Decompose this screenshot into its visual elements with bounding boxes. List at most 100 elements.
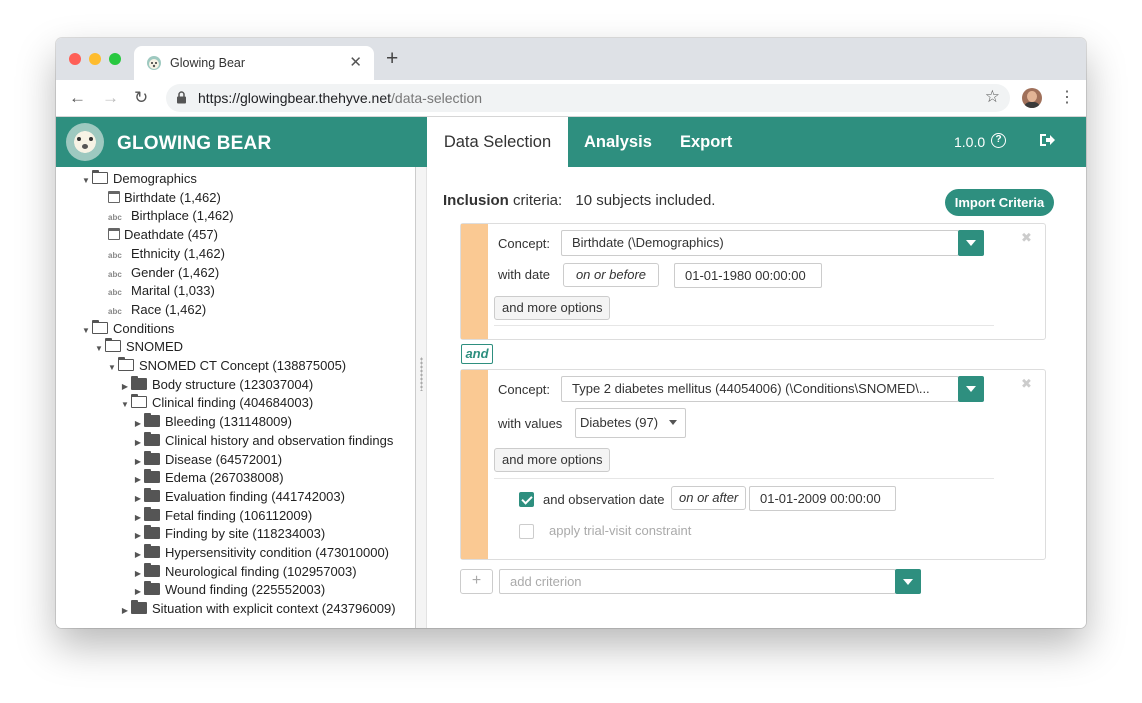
panel-splitter[interactable]	[416, 167, 427, 628]
close-window-button[interactable]	[69, 53, 81, 65]
data-selection-panel: Inclusion criteria: 10 subjects included…	[428, 167, 1086, 628]
tree-node-label: Gender (1,462)	[131, 264, 220, 280]
folder-icon	[144, 581, 160, 596]
tree-node[interactable]: ▶ Bleeding (131148009)	[132, 413, 292, 431]
caret-down-icon[interactable]: ▼	[80, 172, 92, 190]
caret-right-icon[interactable]: ▶	[132, 453, 144, 471]
tree-node[interactable]: abc Birthplace (1,462)	[108, 207, 234, 225]
tree-node[interactable]: ▼ Conditions	[80, 319, 174, 340]
tree-node[interactable]: ▶ Edema (267038008)	[132, 469, 284, 487]
caret-right-icon[interactable]: ▶	[132, 509, 144, 527]
more-options-button[interactable]: and more options	[494, 296, 611, 320]
observation-date-checkbox[interactable]	[519, 492, 534, 507]
add-criterion-dropdown-icon[interactable]	[895, 569, 921, 594]
concept-dropdown-icon[interactable]	[958, 230, 984, 256]
browser-tab[interactable]: Glowing Bear ✕	[134, 46, 374, 80]
add-criterion-input[interactable]: add criterion	[499, 569, 896, 594]
back-arrow-icon[interactable]: ←	[69, 88, 86, 108]
tab-analysis[interactable]: Analysis	[584, 117, 652, 167]
folder-icon	[144, 506, 160, 521]
tree-node[interactable]: ▶ Hypersensitivity condition (473010000)	[132, 544, 389, 562]
caret-right-icon[interactable]: ▶	[132, 527, 144, 545]
folder-icon	[144, 469, 160, 484]
tree-node[interactable]: abc Ethnicity (1,462)	[108, 245, 225, 263]
remove-criterion-icon[interactable]: ✖	[1021, 376, 1032, 392]
obs-date-operator-button[interactable]: on or after	[671, 486, 747, 510]
tree-node[interactable]: ▼ SNOMED CT Concept (138875005)	[106, 357, 346, 375]
caret-right-icon[interactable]: ▶	[132, 583, 144, 601]
caret-right-icon[interactable]: ▶	[132, 471, 144, 489]
tree-node[interactable]: ▶ Wound finding (225552003)	[132, 581, 325, 599]
tab-export[interactable]: Export	[680, 117, 732, 167]
browser-menu-icon[interactable]: ⋮	[1059, 88, 1075, 108]
tab-close-icon[interactable]: ✕	[349, 53, 362, 71]
date-input[interactable]: 01-01-1980 00:00:00	[674, 263, 822, 288]
folder-open-icon	[91, 319, 108, 334]
help-icon[interactable]: ?	[991, 133, 1006, 148]
tree-node[interactable]: ▶ Clinical history and observation findin…	[132, 431, 393, 452]
version-label: 1.0.0	[954, 134, 986, 150]
bear-logo-icon	[66, 123, 104, 161]
caret-right-icon[interactable]: ▶	[119, 378, 131, 396]
concept-select[interactable]: Type 2 diabetes mellitus (44054006) (\Co…	[561, 376, 959, 402]
criterion-drag-handle[interactable]	[461, 370, 488, 559]
concept-select[interactable]: Birthdate (\Demographics)	[561, 230, 959, 256]
maximize-window-button[interactable]	[109, 53, 121, 65]
tree-node-label: Neurological finding (102957003)	[165, 563, 357, 579]
add-criterion-plus-button[interactable]: +	[460, 569, 493, 594]
new-tab-button[interactable]: +	[386, 48, 398, 69]
concept-label: Concept:	[498, 236, 551, 251]
remove-criterion-icon[interactable]: ✖	[1021, 230, 1032, 246]
minimize-window-button[interactable]	[89, 53, 101, 65]
tree-node[interactable]: ▼ SNOMED	[93, 338, 183, 356]
bookmark-star-icon[interactable]: ☆	[985, 87, 1000, 107]
tree-node[interactable]: ▶ Fetal finding (106112009)	[132, 506, 312, 527]
tree-node[interactable]: Deathdate (457)	[108, 226, 218, 244]
tree-node-label: Hypersensitivity condition (473010000)	[165, 545, 390, 560]
caret-right-icon[interactable]: ▶	[132, 565, 144, 583]
more-options-button[interactable]: and more options	[494, 448, 611, 472]
caret-down-icon[interactable]: ▼	[119, 396, 131, 414]
tree-node[interactable]: ▶ Disease (64572001)	[132, 450, 282, 471]
splitter-grip-icon[interactable]	[420, 357, 423, 391]
caret-right-icon[interactable]: ▶	[132, 490, 144, 508]
caret-right-icon[interactable]: ▶	[132, 546, 144, 564]
calendar-icon	[108, 228, 120, 241]
obs-date-input[interactable]: 01-01-2009 00:00:00	[749, 486, 896, 511]
folder-icon	[144, 562, 160, 577]
caret-right-icon[interactable]: ▶	[132, 434, 144, 452]
tree-node[interactable]: ▶ Body structure (123037004)	[119, 375, 313, 396]
trial-visit-checkbox[interactable]	[519, 524, 534, 539]
caret-down-icon[interactable]: ▼	[106, 359, 118, 377]
criterion-card-1: Concept: Birthdate (\Demographics) ✖ wit…	[460, 223, 1046, 340]
import-criteria-button[interactable]: Import Criteria	[945, 189, 1054, 216]
forward-arrow-icon[interactable]: →	[102, 88, 119, 108]
tree-node[interactable]: ▶ Evaluation finding (441742003)	[132, 487, 345, 508]
address-bar[interactable]: https://glowingbear.thehyve.net/data-sel…	[166, 84, 1010, 112]
caret-down-icon[interactable]: ▼	[80, 322, 92, 340]
tree-node[interactable]: ▶ Neurological finding (102957003)	[132, 562, 357, 583]
values-select[interactable]: Diabetes (97)	[575, 408, 686, 438]
tree-node[interactable]: ▶ Situation with explicit context (243796…	[119, 600, 396, 618]
concept-label: Concept:	[498, 382, 551, 397]
tree-node[interactable]: abc Race (1,462)	[108, 301, 206, 319]
tree-node[interactable]: Birthdate (1,462)	[108, 189, 221, 207]
criterion-drag-handle[interactable]	[461, 224, 488, 339]
concept-dropdown-icon[interactable]	[958, 376, 984, 402]
tree-node-label: Edema (267038008)	[165, 470, 284, 486]
tree-node[interactable]: ▶ Finding by site (118234003)	[132, 525, 325, 543]
and-operator-toggle[interactable]: and	[461, 344, 493, 364]
reload-icon[interactable]: ↻	[134, 88, 148, 108]
caret-down-icon[interactable]: ▼	[93, 340, 105, 358]
tab-data-selection[interactable]: Data Selection	[427, 117, 568, 167]
date-operator-button[interactable]: on or before	[563, 263, 659, 287]
concept-tree-panel: ▼ Demographics Birthdate (1,462) abc Birthpl…	[56, 167, 416, 628]
caret-right-icon[interactable]: ▶	[132, 415, 144, 433]
logout-icon[interactable]	[1039, 133, 1055, 147]
tree-node[interactable]: ▼ Clinical finding (404684003)	[119, 394, 313, 412]
caret-right-icon[interactable]: ▶	[119, 602, 131, 620]
tree-node[interactable]: abc Gender (1,462)	[108, 264, 219, 282]
tree-node[interactable]: abc Marital (1,033)	[108, 282, 215, 300]
tree-node[interactable]: ▼ Demographics	[80, 170, 197, 188]
profile-avatar[interactable]	[1022, 88, 1042, 108]
